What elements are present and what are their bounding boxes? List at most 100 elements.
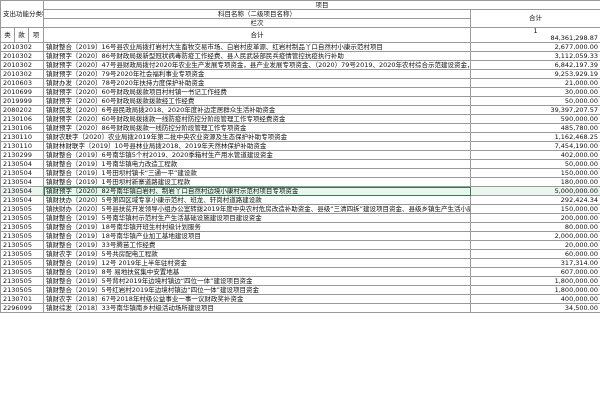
- table-row[interactable]: 2130110 镇财农联字〔2020〕农业局拨2019年第二批中央农业资源及生态保…: [0, 132, 600, 142]
- table-row[interactable]: 2130505 镇财整合〔2019〕5号南华镇村示范村生产生活基础设施建设项目建设…: [0, 213, 600, 223]
- row-code[interactable]: 2130505: [0, 231, 45, 241]
- row-project-name[interactable]: 镇财林财联字〔2019〕10号县林业局拨2018、2019年天然林保护补助资金: [43, 141, 472, 151]
- row-amount[interactable]: 5,000,000.00: [470, 186, 600, 196]
- row-code[interactable]: 2080202: [0, 105, 45, 115]
- row-amount[interactable]: 21,000.00: [470, 78, 600, 88]
- row-project-name[interactable]: 镇财整合〔2019〕5号红岩村2019年边境村镇边“四位一体”建设项目资金: [43, 285, 472, 295]
- row-amount[interactable]: 485,780.00: [470, 123, 600, 133]
- table-row[interactable]: 2080202 镇财民发〔2020〕6号县民政局拨2018、2020年度补边定居群…: [0, 105, 600, 115]
- row-code[interactable]: 2130299: [0, 150, 45, 160]
- row-project-name[interactable]: 镇财整合〔2019〕16号县农业局拨打岩村大生畜牧交易市场、白岩村皮革源、红岩村…: [43, 42, 472, 52]
- table-row[interactable]: 2130505 镇财整合〔2019〕8号 易地扶贫集中安置地基 607,000.00: [0, 267, 600, 277]
- row-amount[interactable]: 2,677,000.00: [470, 42, 600, 52]
- row-amount[interactable]: 607,000.00: [470, 267, 600, 277]
- row-code[interactable]: 2296099: [0, 303, 45, 313]
- row-amount[interactable]: 400,000.00: [470, 294, 600, 304]
- row-amount[interactable]: 1,800,000.00: [470, 276, 600, 286]
- table-row[interactable]: 2130106 镇财预字〔2020〕60号财政局拨拨款一线防疫村防控分阶段管理工作…: [0, 114, 600, 124]
- row-project-name[interactable]: 镇财整合〔2019〕33号腾苗工作经费: [43, 240, 472, 250]
- row-project-name[interactable]: 镇财整合〔2019〕18号南华镇开班生村村级计划服务: [43, 222, 472, 232]
- table-row[interactable]: 2130505 镇财整合〔2019〕18号南华镇开班生村村级计划服务 80,000.…: [0, 222, 600, 232]
- row-project-name[interactable]: 镇财预字〔2020〕86号财政局拨款一线防控分阶段管理工作专项资金: [43, 123, 472, 133]
- row-code[interactable]: 2130505: [0, 267, 45, 277]
- table-row[interactable]: 2010302 镇财预字〔2020〕47号县财政局拨付2020年农业生产发展专项资…: [0, 60, 600, 70]
- row-code[interactable]: 2130701: [0, 294, 45, 304]
- table-row[interactable]: 2130505 镇财整合〔2019〕12号 2019年上半年驻村资金 317,314…: [0, 258, 600, 268]
- row-amount[interactable]: 590,000.00: [470, 114, 600, 124]
- row-code[interactable]: 2130110: [0, 141, 45, 151]
- row-project-name[interactable]: 镇财预字〔2020〕82号南华镇白岩村、制岩丫口自然村边境小康村示范村项目专项资…: [43, 186, 472, 196]
- row-project-name[interactable]: 镇财预字〔2020〕79号2020年社会福利事业专项资金: [43, 69, 472, 79]
- row-amount[interactable]: 150,000.00: [470, 204, 600, 214]
- row-amount[interactable]: 80,000.00: [470, 222, 600, 232]
- row-code[interactable]: 2130504: [0, 195, 45, 205]
- row-project-name[interactable]: 镇财办发〔2020〕78号2020年扶持力度保护补助资金: [43, 78, 472, 88]
- row-amount[interactable]: 317,314.00: [470, 258, 600, 268]
- row-code[interactable]: 2130505: [0, 240, 45, 250]
- table-row[interactable]: 2010603 镇财办发〔2020〕78号2020年扶持力度保护补助资金 21,00…: [0, 78, 600, 88]
- row-project-name[interactable]: 镇财农字〔2019〕5号共房配电工程款: [43, 249, 472, 259]
- row-project-name[interactable]: 镇财整合〔2019〕12号 2019年上半年驻村资金: [43, 258, 472, 268]
- row-code[interactable]: 2010302: [0, 69, 45, 79]
- table-row[interactable]: 2010302 镇财整合〔2019〕16号县农业局拨打岩村大生畜牧交易市场、白岩村…: [0, 42, 600, 52]
- table-row[interactable]: 2130701 镇财农字〔2018〕67号2018年村级公益事业一事一议财政奖补资…: [0, 294, 600, 304]
- row-amount[interactable]: 1,162,468.25: [470, 132, 600, 142]
- row-project-name[interactable]: 镇财整合〔2019〕6号南华镇5个村2019、2020季箱村生产用水管道建设资金: [43, 150, 472, 160]
- row-code[interactable]: 2010302: [0, 51, 45, 61]
- row-amount[interactable]: 2,000,000.00: [470, 231, 600, 241]
- table-row[interactable]: 2010302 镇财预字〔2020〕86号财政局拨新型冠状病毒防疫工作经费、县人民…: [0, 51, 600, 61]
- table-row[interactable]: 2130504 镇财预字〔2020〕82号南华镇白岩村、制岩丫口自然村边境小康村示…: [0, 186, 600, 196]
- row-amount[interactable]: 60,000.00: [470, 249, 600, 259]
- row-amount[interactable]: 200,000.00: [470, 213, 600, 223]
- row-project-name[interactable]: 镇财整合〔2019〕1号田坝村镇卡“三通一平”建设款: [43, 168, 472, 178]
- row-project-name[interactable]: 镇财整合〔2019〕5号南华镇村示范村生产生活基础设施建设项目建设资金: [43, 213, 472, 223]
- row-code[interactable]: 2010302: [0, 60, 45, 70]
- row-amount[interactable]: 1,800,000.00: [470, 285, 600, 295]
- row-project-name[interactable]: 镇财农联字〔2020〕农业局拨2019年第二批中央农业资源及生态保护补助专项资金: [43, 132, 472, 142]
- row-project-name[interactable]: 镇财预字〔2020〕86号财政局拨新型冠状病毒防疫工作经费、县人民武装部民兵疫情…: [43, 51, 472, 61]
- row-code[interactable]: 2130505: [0, 222, 45, 232]
- row-amount[interactable]: 50,000.00: [470, 96, 600, 106]
- row-project-name[interactable]: 镇财整合〔2019〕1号田坝村新寨道路建设工程款: [43, 177, 472, 187]
- row-project-name[interactable]: 镇财扶办〔2020〕5号第四区域专享小康示范村、班龙、轩岗村道路建设款: [43, 195, 472, 205]
- table-row[interactable]: 2010699 镇财预字〔2020〕60号财政局拨款项目村村镇一书记工作经费 30,…: [0, 87, 600, 97]
- row-code[interactable]: 2010603: [0, 78, 45, 88]
- row-project-name[interactable]: 镇财预字〔2020〕47号县财政局拨付2020年农业生产发展专项资金，县产业发展…: [43, 60, 472, 70]
- row-amount[interactable]: 7,454,190.00: [470, 141, 600, 151]
- table-row[interactable]: 2130299 镇财整合〔2019〕6号南华镇5个村2019、2020季箱村生产用…: [0, 150, 600, 160]
- row-project-name[interactable]: 镇财民发〔2020〕6号县民政局拨2018、2020年度补边定居群众生活补助资金: [43, 105, 472, 115]
- table-row[interactable]: 2130505 镇财整合〔2019〕5号红岩村2019年边境村镇边“四位一体”建设…: [0, 285, 600, 295]
- table-row[interactable]: 2130505 镇财整合〔2019〕18号南华镇产业加工基地建设项目 2,000,0…: [0, 231, 600, 241]
- row-code[interactable]: 2130505: [0, 258, 45, 268]
- row-code[interactable]: 2130504: [0, 177, 45, 187]
- row-code[interactable]: 2130504: [0, 168, 45, 178]
- row-amount[interactable]: 9,253,929.19: [470, 69, 600, 79]
- row-project-name[interactable]: 镇财预字〔2020〕60号财政局拨拨款一线防疫村防控分阶段管理工作专项经费资金: [43, 114, 472, 124]
- row-project-name[interactable]: 镇财综发〔2018〕33号南华镇南乡村级活动场所建设项目: [43, 303, 472, 313]
- row-project-name[interactable]: 镇扶财办〔2020〕5号县扶贫开发领导小组办公室转拨2019年度中央农村危房改造…: [43, 204, 472, 214]
- row-code[interactable]: 2130505: [0, 285, 45, 295]
- row-project-name[interactable]: 镇财农字〔2018〕67号2018年村级公益事业一事一议财政奖补资金: [43, 294, 472, 304]
- row-amount[interactable]: 6,842,197.39: [470, 60, 600, 70]
- row-amount[interactable]: 402,000.00: [470, 150, 600, 160]
- row-project-name[interactable]: 镇财预字〔2020〕60号财政局拨款项目村村镇一书记工作经费: [43, 87, 472, 97]
- row-code[interactable]: 2130110: [0, 132, 45, 142]
- row-code[interactable]: 2130505: [0, 276, 45, 286]
- row-amount[interactable]: 50,000.00: [470, 159, 600, 169]
- row-amount[interactable]: 30,000.00: [470, 87, 600, 97]
- row-code[interactable]: 2130504: [0, 186, 45, 196]
- row-amount[interactable]: 34,500.00: [470, 303, 600, 313]
- row-amount[interactable]: 3,112,059.33: [470, 51, 600, 61]
- table-row[interactable]: 2130505 镇财整合〔2019〕5号背村2019年边境村镇边“四位一体”建设项…: [0, 276, 600, 286]
- row-amount[interactable]: 150,000.00: [470, 168, 600, 178]
- row-code[interactable]: 2010699: [0, 87, 45, 97]
- table-row[interactable]: 2130504 镇财整合〔2019〕1号田坝村镇卡“三通一平”建设款 150,000…: [0, 168, 600, 178]
- row-project-name[interactable]: 镇财整合〔2019〕8号 易地扶贫集中安置地基: [43, 267, 472, 277]
- table-row[interactable]: 2130505 镇财整合〔2019〕33号腾苗工作经费 20,000.00: [0, 240, 600, 250]
- row-code[interactable]: 2130504: [0, 159, 45, 169]
- row-code[interactable]: 2130505: [0, 213, 45, 223]
- row-code[interactable]: 2019999: [0, 96, 45, 106]
- table-row[interactable]: 2130505 镇扶财办〔2020〕5号县扶贫开发领导小组办公室转拨2019年度中…: [0, 204, 600, 214]
- table-row[interactable]: 2130504 镇财扶办〔2020〕5号第四区域专享小康示范村、班龙、轩岗村道路建…: [0, 195, 600, 205]
- row-code[interactable]: 2130106: [0, 123, 45, 133]
